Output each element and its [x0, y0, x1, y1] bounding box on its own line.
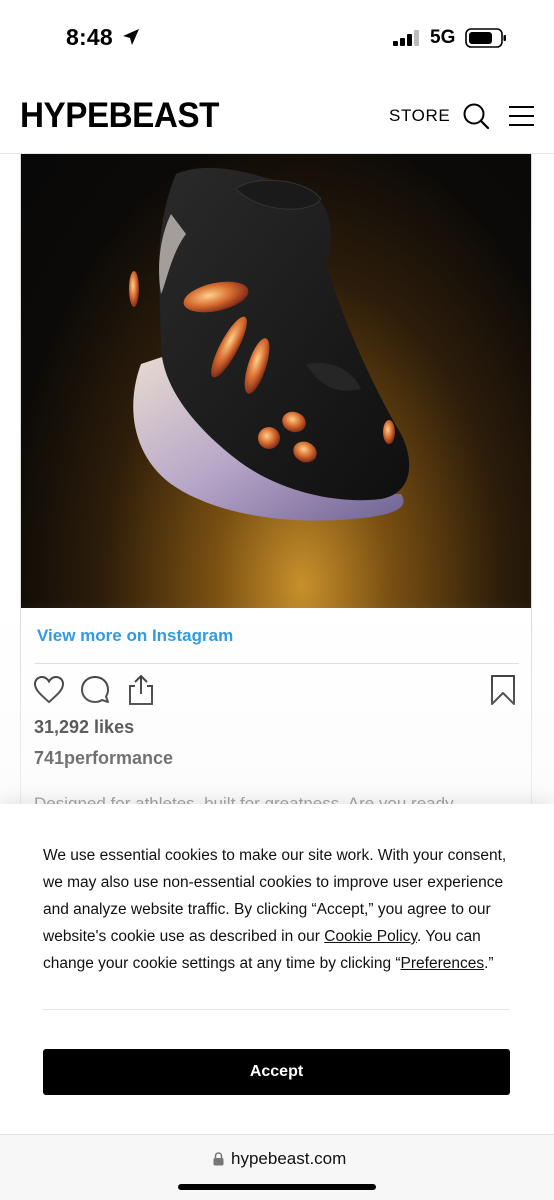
cookie-notice-text: We use essential cookies to make our sit…	[43, 842, 513, 977]
site-header: HYPEBEAST STORE	[0, 76, 554, 154]
sneaker-image	[129, 167, 410, 521]
post-username[interactable]: 741performance	[34, 748, 173, 769]
instagram-embed: View more on Instagram 31,292 likes 741p…	[20, 154, 532, 814]
heart-icon[interactable]	[33, 674, 65, 706]
hamburger-menu-icon[interactable]	[508, 105, 535, 127]
preferences-link[interactable]: Preferences	[401, 955, 485, 972]
network-label: 5G	[430, 27, 456, 48]
share-icon[interactable]	[125, 674, 157, 706]
likes-count: 31,292 likes	[34, 717, 135, 737]
view-more-instagram-link[interactable]: View more on Instagram	[37, 626, 233, 646]
location-arrow-icon	[123, 29, 139, 45]
search-icon[interactable]	[462, 102, 490, 130]
cookie-text-part: .”	[484, 955, 494, 972]
accept-button[interactable]: Accept	[43, 1049, 510, 1095]
embed-divider	[34, 663, 519, 664]
comment-icon[interactable]	[79, 674, 111, 706]
url-text[interactable]: hypebeast.com	[231, 1149, 346, 1169]
hypebeast-logo[interactable]: HYPEBEAST	[20, 96, 219, 136]
status-bar: 8:48 5G	[0, 0, 554, 76]
cookie-policy-link[interactable]: Cookie Policy	[324, 928, 417, 945]
cookie-banner: We use essential cookies to make our sit…	[0, 804, 554, 1134]
post-image[interactable]	[21, 154, 531, 608]
browser-address-bar[interactable]: hypebeast.com	[0, 1134, 554, 1200]
cookie-divider	[43, 1009, 510, 1010]
signal-bars-icon	[393, 30, 419, 46]
home-indicator	[178, 1184, 376, 1190]
store-link[interactable]: STORE	[389, 106, 450, 126]
lock-icon	[213, 1152, 224, 1166]
bookmark-icon[interactable]	[487, 674, 519, 706]
status-time: 8:48	[66, 24, 113, 50]
battery-icon	[465, 28, 506, 48]
